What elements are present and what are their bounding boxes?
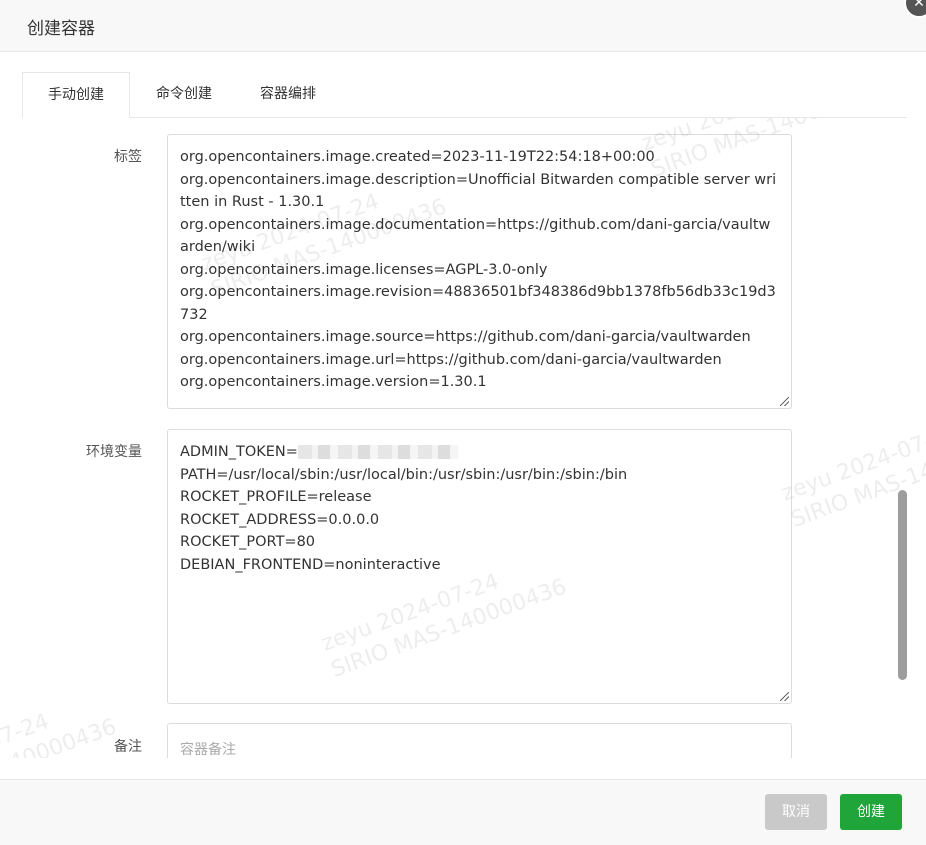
labels-line: org.opencontainers.image.version=1.30.1 xyxy=(180,374,487,390)
env-line: DEBIAN_FRONTEND=noninteractive xyxy=(180,556,441,573)
create-button[interactable]: 创建 xyxy=(840,794,902,830)
dialog-footer: 取消 创建 xyxy=(0,779,926,845)
note-field-label: 备注 xyxy=(114,739,142,755)
dialog-title: 创建容器 xyxy=(27,19,95,39)
tab-container-compose[interactable]: 容器编排 xyxy=(246,72,330,116)
labels-line: org.opencontainers.image.created=2023-11… xyxy=(180,149,655,165)
labels-line: org.opencontainers.image.licenses=AGPL-3… xyxy=(180,261,548,278)
env-line: ROCKET_PROFILE=release xyxy=(180,489,372,505)
form-content: 标签 org.opencontainers.image.created=2023… xyxy=(0,118,926,758)
tab-command-create[interactable]: 命令创建 xyxy=(142,72,226,116)
labels-textarea[interactable]: org.opencontainers.image.created=2023-11… xyxy=(167,134,792,409)
tab-manual-create[interactable]: 手动创建 xyxy=(22,72,130,118)
note-input[interactable]: 容器备注 xyxy=(167,723,792,758)
labels-line: org.opencontainers.image.url=https://git… xyxy=(180,351,722,368)
cancel-button[interactable]: 取消 xyxy=(765,794,827,830)
dialog-header: 创建容器 xyxy=(0,0,926,52)
env-line: ROCKET_ADDRESS=0.0.0.0 xyxy=(180,511,380,528)
labels-line: org.opencontainers.image.documentation=h… xyxy=(180,216,771,256)
labels-line: org.opencontainers.image.revision=488365… xyxy=(180,284,776,323)
tab-bar: 手动创建 命令创建 容器编排 xyxy=(22,72,907,118)
env-textarea[interactable]: ADMIN_TOKEN= PATH=/usr/local/sbin:/usr/l… xyxy=(167,429,792,704)
admin-token-key: ADMIN_TOKEN= xyxy=(180,444,298,460)
scrollbar-thumb[interactable] xyxy=(898,490,907,680)
env-field-label: 环境变量 xyxy=(86,444,142,460)
redacted-token xyxy=(297,445,458,459)
resize-grip-icon[interactable] xyxy=(780,692,789,701)
env-line-admin-token: ADMIN_TOKEN= xyxy=(180,441,779,464)
labels-field-label: 标签 xyxy=(114,149,142,165)
env-line: PATH=/usr/local/sbin:/usr/local/bin:/usr… xyxy=(180,466,628,483)
resize-grip-icon[interactable] xyxy=(780,397,789,406)
env-line: ROCKET_PORT=80 xyxy=(180,534,316,550)
create-container-dialog: 创建容器 ✕ 手动创建 命令创建 容器编排 标签 org.opencontain… xyxy=(0,0,926,845)
labels-line: org.opencontainers.image.description=Uno… xyxy=(180,171,777,211)
labels-line: org.opencontainers.image.source=https://… xyxy=(180,329,751,345)
